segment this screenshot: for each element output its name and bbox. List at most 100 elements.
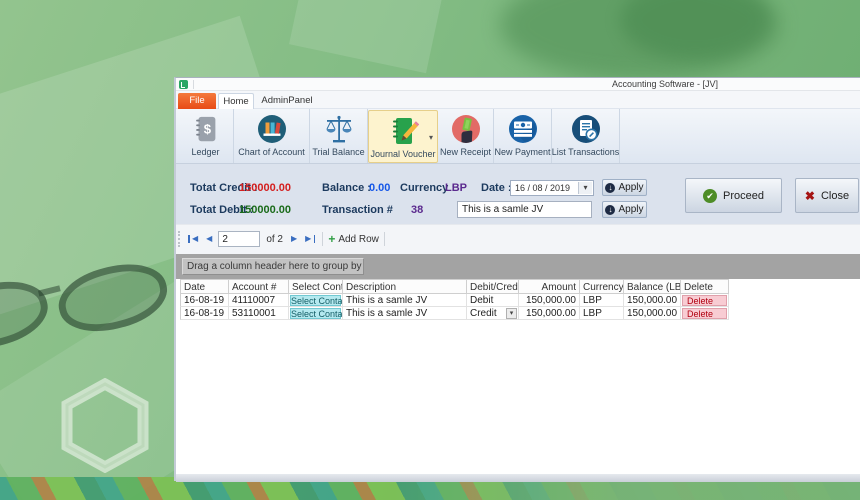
cell-account[interactable]: 53110001	[229, 307, 289, 320]
window-titlebar[interactable]: Accounting Software - [JV]	[176, 78, 860, 91]
last-record-button[interactable]: ▶	[301, 231, 317, 247]
apply-button-label: Apply	[618, 204, 644, 215]
toolbar-item-new-payment[interactable]: New Payment	[494, 109, 552, 163]
check-icon: ✔	[703, 188, 717, 203]
column-header-amount[interactable]: Amount	[519, 280, 580, 293]
table-row: 16-08-19 41110007 Select Contact This is…	[180, 294, 729, 307]
glasses-lens	[0, 271, 55, 359]
cell-debit-credit-combo[interactable]: Credit ▾	[467, 307, 519, 320]
plus-icon: +	[328, 232, 336, 246]
titlebar-separator	[193, 80, 194, 89]
delete-row-button[interactable]: Delete	[682, 295, 727, 306]
close-button[interactable]: ✖ Close	[795, 178, 859, 213]
apply-description-button[interactable]: ↓ Apply	[602, 201, 647, 218]
proceed-button[interactable]: ✔ Proceed	[685, 178, 782, 213]
select-contact-button[interactable]: Select Contact	[290, 308, 342, 319]
cell-currency[interactable]: LBP	[580, 307, 624, 320]
toolbar-item-label: Ledger	[191, 147, 220, 157]
total-credit-value: 150000.00	[239, 182, 291, 194]
first-record-button[interactable]: ◀	[186, 231, 202, 247]
tab-adminpanel[interactable]: AdminPanel	[256, 93, 318, 109]
apply-arrow-icon: ↓	[605, 204, 616, 215]
brand-hexagon-logo	[61, 378, 149, 473]
cell-debit-credit[interactable]: Debit	[467, 294, 519, 307]
grid-group-panel[interactable]: Drag a column header here to group by th…	[176, 254, 860, 279]
toolbar-item-list-transactions[interactable]: List Transactions	[552, 109, 620, 163]
delete-row-button[interactable]: Delete	[682, 308, 727, 319]
cell-currency[interactable]: LBP	[580, 294, 624, 307]
toolbar-item-label: Trial Balance	[312, 147, 365, 157]
toolbar-item-label: List Transactions	[551, 147, 620, 157]
toolbar-item-chart-of-account[interactable]: Chart of Account	[234, 109, 310, 163]
apply-button-label: Apply	[618, 182, 644, 193]
column-header-balance[interactable]: Balance (LBP)	[624, 280, 681, 293]
app-icon	[179, 80, 188, 89]
previous-record-button[interactable]: ◀	[202, 231, 216, 247]
cell-amount[interactable]: 150,000.00	[519, 294, 580, 307]
cell-date[interactable]: 16-08-19	[180, 294, 229, 307]
column-header-select-contact[interactable]: Select Contact	[289, 280, 343, 293]
chevron-down-icon[interactable]: ▾	[506, 307, 517, 319]
date-picker-field[interactable]: 16 / 08 / 2019 ▾	[510, 180, 594, 196]
select-contact-button[interactable]: Select Contact	[290, 295, 342, 306]
column-header-date[interactable]: Date	[180, 280, 229, 293]
cell-amount[interactable]: 150,000.00	[519, 307, 580, 320]
cell-balance[interactable]: 150,000.00	[624, 294, 681, 307]
ribbon-tab-row: File Home AdminPanel	[176, 91, 860, 109]
window-title: Accounting Software - [JV]	[612, 79, 719, 89]
banknotes-icon	[507, 112, 539, 146]
record-number-input[interactable]	[218, 231, 261, 247]
balance-value: 0.00	[369, 182, 391, 194]
toolbar-item-trial-balance[interactable]: Trial Balance	[310, 109, 368, 163]
glasses-bridge	[37, 285, 62, 299]
column-header-debit-credit[interactable]: Debit/Credit	[467, 280, 519, 293]
window-bottom-border	[176, 474, 860, 482]
close-x-icon: ✖	[804, 188, 815, 203]
date-value: 16 / 08 / 2019	[515, 183, 571, 193]
date-label: Date :	[481, 182, 512, 194]
group-by-hint: Drag a column header here to group by th…	[182, 258, 364, 275]
next-record-button[interactable]: ▶	[287, 231, 301, 247]
cell-date[interactable]: 16-08-19	[180, 307, 229, 320]
column-header-currency[interactable]: Currency	[580, 280, 624, 293]
toolbar-item-ledger[interactable]: $ Ledger	[178, 109, 234, 163]
tab-file[interactable]: File	[178, 93, 216, 109]
total-debit-value: 150000.00	[239, 204, 291, 216]
cell-description[interactable]: This is a samle JV	[343, 307, 467, 320]
toolbar-item-new-receipt[interactable]: New Receipt	[438, 109, 494, 163]
balance-scales-icon	[323, 112, 355, 146]
cell-delete: Delete	[681, 294, 729, 307]
journal-entries-grid: Date Account # Select Contact Descriptio…	[180, 279, 729, 320]
cell-account[interactable]: 41110007	[229, 294, 289, 307]
combo-value: Credit	[470, 307, 497, 319]
calendar-dropdown-icon[interactable]: ▾	[578, 182, 592, 194]
journal-notebook-pencil-icon	[387, 114, 419, 148]
cell-delete: Delete	[681, 307, 729, 320]
toolbar-grip-icon[interactable]	[178, 231, 182, 247]
grid-header-row: Date Account # Select Contact Descriptio…	[180, 279, 729, 294]
apply-arrow-icon: ↓	[605, 182, 616, 193]
toolbar-item-journal-voucher[interactable]: ▾ Journal Voucher	[368, 110, 438, 163]
column-header-delete[interactable]: Delete	[681, 280, 729, 293]
apply-date-button[interactable]: ↓ Apply	[602, 179, 647, 196]
glasses-lens	[52, 254, 174, 342]
background-paper	[289, 0, 451, 74]
ledger-book-icon: $	[191, 112, 221, 146]
separator	[383, 232, 385, 246]
currency-value: LBP	[445, 182, 467, 194]
tab-home[interactable]: Home	[218, 93, 254, 109]
transaction-number-value: 38	[411, 204, 424, 216]
column-header-description[interactable]: Description	[343, 280, 467, 293]
column-header-account[interactable]: Account #	[229, 280, 289, 293]
svg-text:$: $	[203, 122, 211, 137]
cell-select-contact: Select Contact	[289, 294, 343, 307]
description-input[interactable]	[457, 201, 592, 218]
chevron-down-icon[interactable]: ▾	[429, 133, 433, 142]
balance-label: Balance :	[322, 182, 371, 194]
ribbon-toolbar: $ Ledger Chart of Account Trial Balance …	[176, 109, 860, 164]
add-row-button[interactable]: Add Row	[338, 234, 379, 245]
cell-description[interactable]: This is a samle JV	[343, 294, 467, 307]
record-navigator-row: ◀ ◀ of 2 ▶ ▶ + Add Row	[176, 224, 860, 254]
cell-balance[interactable]: 150,000.00	[624, 307, 681, 320]
toolbar-item-label: Journal Voucher	[370, 149, 436, 159]
